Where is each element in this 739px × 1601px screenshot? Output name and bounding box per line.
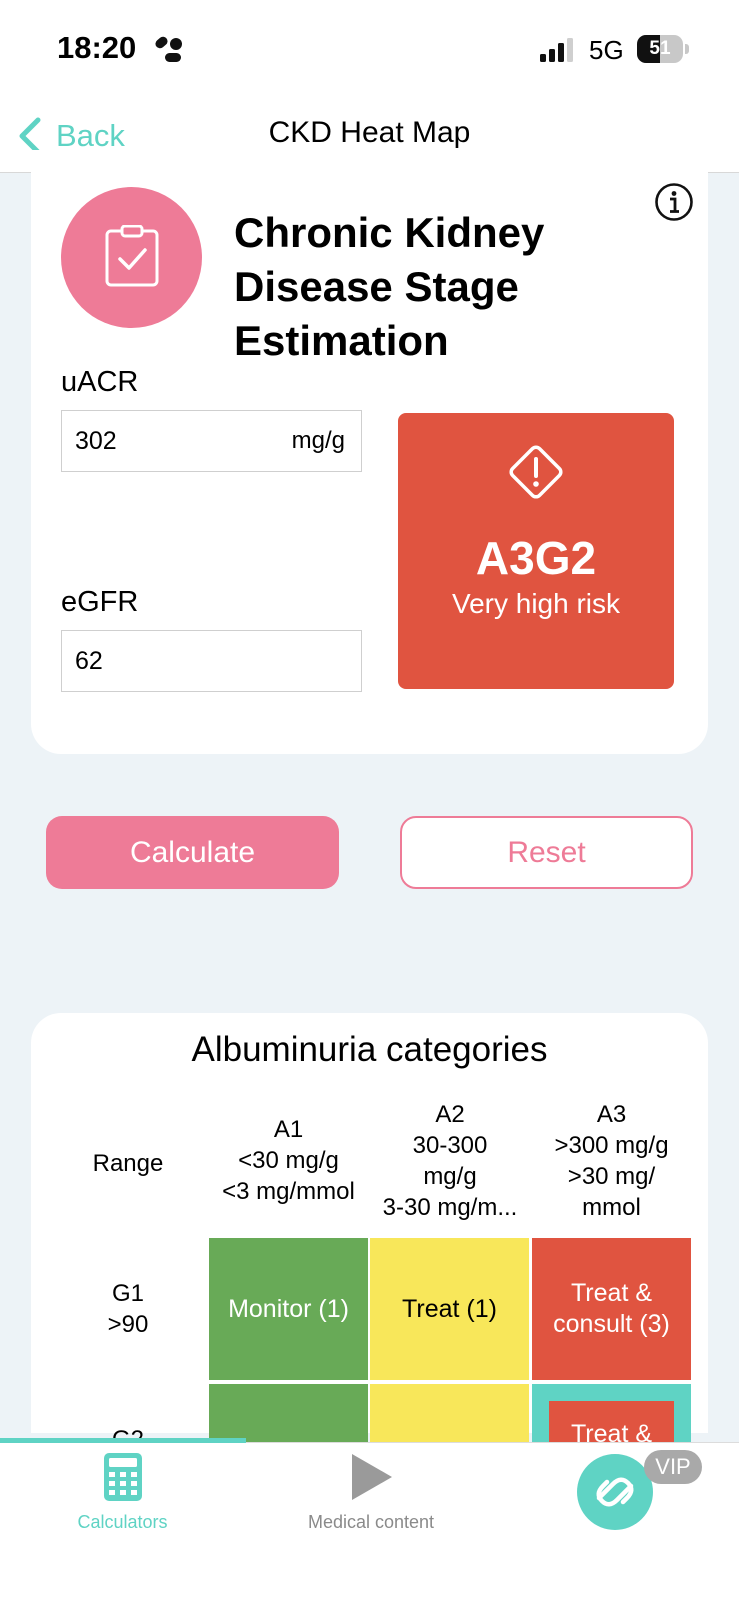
column-range: 3-30 mg/m...	[382, 1194, 518, 1221]
status-bar: 18:20 5G 51	[0, 0, 739, 100]
calculator-title: Chronic Kidney Disease Stage Estimation	[234, 209, 545, 364]
range-header: Range	[92, 1150, 164, 1177]
column-range: <3 mg/mmol	[222, 1178, 355, 1205]
calculate-button[interactable]: Calculate	[46, 816, 339, 889]
tab-calculators-label: Calculators	[77, 1512, 168, 1532]
row-range: >90	[107, 1311, 149, 1338]
tab-medical-content[interactable]: Medical content	[276, 1452, 466, 1533]
clipboard-check-icon	[105, 225, 159, 287]
egfr-input[interactable]: 62	[61, 630, 362, 692]
heatmap-cell-g2-a3-selected[interactable]: Treat &	[532, 1384, 691, 1442]
column-name: A3	[596, 1101, 627, 1128]
column-range: >300 mg/g	[554, 1132, 669, 1159]
tab-calculators[interactable]: Calculators	[40, 1452, 205, 1533]
uacr-input[interactable]: 302 mg/g	[61, 410, 362, 472]
heatmap-cell-g2-a2[interactable]	[370, 1384, 529, 1442]
column-range: mmol	[582, 1194, 641, 1221]
column-name: A2	[435, 1101, 465, 1128]
uacr-label: uACR	[61, 366, 139, 398]
link-logo-icon	[596, 1477, 634, 1507]
page-title: CKD Heat Map	[268, 116, 471, 149]
heatmap-cell-g1-a2[interactable]: Treat (1)	[370, 1238, 529, 1380]
column-range: >30 mg/	[567, 1163, 656, 1190]
egfr-value: 62	[75, 647, 103, 675]
tab-medical-content-label: Medical content	[307, 1512, 435, 1532]
row-label-g2: G2	[58, 1424, 198, 1438]
uacr-value: 302	[75, 427, 117, 455]
row-name: G1	[111, 1280, 144, 1307]
vip-badge: VIP	[644, 1450, 702, 1484]
column-header-a3: A3 >300 mg/g >30 mg/ mmol	[532, 1099, 691, 1223]
battery-level: 51	[649, 38, 671, 59]
column-range: 30-300	[412, 1132, 488, 1159]
status-time: 18:20	[57, 30, 137, 65]
calculator-icon	[103, 1453, 142, 1501]
egfr-label: eGFR	[61, 586, 139, 618]
reset-button[interactable]: Reset	[400, 816, 693, 889]
heatmap-cell-g2-a1[interactable]	[209, 1384, 368, 1442]
result-risk-level: Very high risk	[451, 588, 621, 619]
battery-icon: 51	[637, 35, 689, 63]
column-range: mg/g	[423, 1163, 477, 1190]
heatmap-cell-g1-a1[interactable]: Monitor (1)	[209, 1238, 368, 1380]
column-range: <30 mg/g	[238, 1147, 339, 1174]
play-icon	[352, 1454, 392, 1500]
column-header-a1: A1 <30 mg/g <3 mg/mmol	[209, 1114, 368, 1207]
vip-button[interactable]	[577, 1454, 653, 1530]
network-type: 5G	[589, 35, 624, 65]
cell-label: Treat &	[549, 1401, 674, 1442]
uacr-unit: mg/g	[291, 427, 345, 454]
row-label-g1: G1 >90	[58, 1278, 198, 1340]
column-header-a2: A2 30-300 mg/g 3-30 mg/m...	[369, 1099, 531, 1223]
focus-mode-icon	[155, 36, 182, 62]
heatmap-cell-g1-a3[interactable]: Treat & consult (3)	[532, 1238, 691, 1380]
cellular-signal-icon	[540, 38, 573, 62]
heatmap-title: Albuminuria categories	[191, 1030, 548, 1069]
result-card: A3G2 Very high risk	[398, 413, 674, 689]
calculator-avatar	[61, 187, 202, 328]
info-icon[interactable]	[654, 182, 694, 222]
result-stage: A3G2	[475, 532, 597, 584]
warning-diamond-icon	[509, 445, 563, 499]
column-name: A1	[273, 1116, 304, 1143]
active-tab-indicator	[0, 1438, 246, 1443]
